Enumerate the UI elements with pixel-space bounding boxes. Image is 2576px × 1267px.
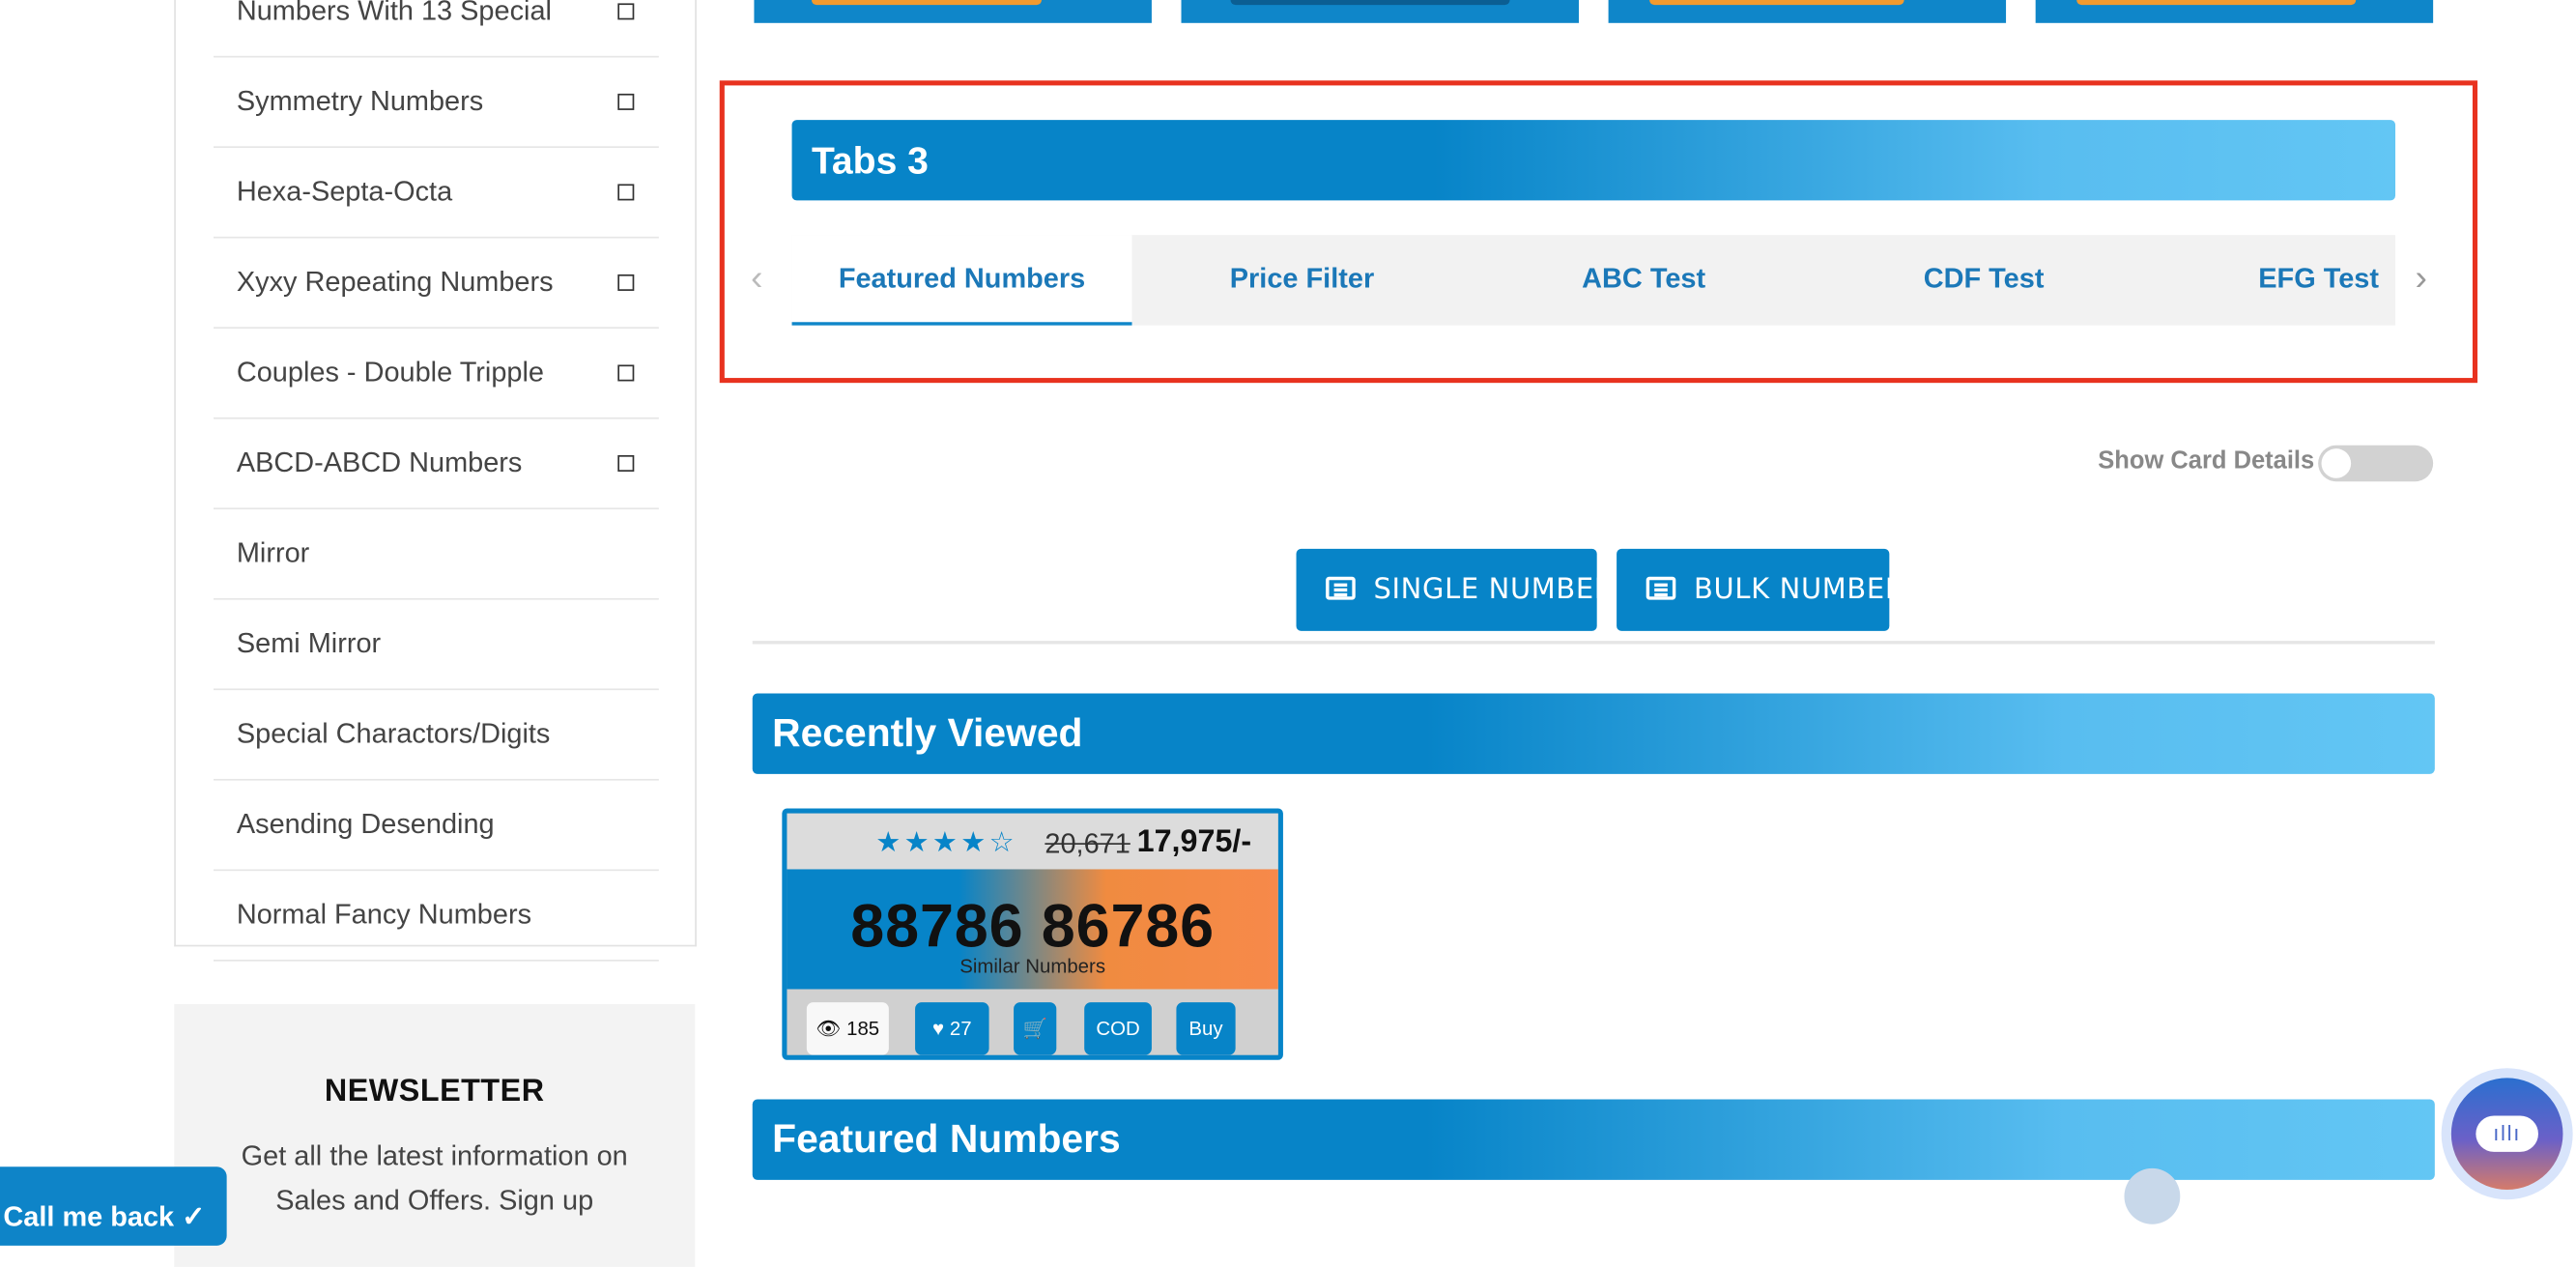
chevron-left-icon[interactable]: ‹ bbox=[751, 259, 762, 296]
show-card-details-toggle[interactable] bbox=[2318, 445, 2434, 482]
sidebar-item-label: Special Charactors/Digits bbox=[236, 718, 551, 750]
category-sidebar: Numbers With 13 Special Symmetry Numbers H… bbox=[174, 0, 697, 962]
promo-banner-2[interactable] bbox=[1181, 0, 1579, 23]
sidebar-item-label: Asending Desending bbox=[236, 808, 495, 840]
category-list: Numbers With 13 Special Symmetry Numbers H… bbox=[214, 0, 659, 962]
checkbox-icon[interactable] bbox=[617, 3, 635, 20]
show-card-details-label: Show Card Details bbox=[2098, 446, 2315, 475]
sidebar-item[interactable]: ABCD-ABCD Numbers bbox=[214, 419, 659, 510]
tab-featured-numbers[interactable]: Featured Numbers bbox=[791, 235, 1132, 326]
cart-icon: 🛒 bbox=[1022, 1017, 1047, 1041]
sidebar-item[interactable]: Symmetry Numbers bbox=[214, 58, 659, 149]
buy-button[interactable]: Buy bbox=[1176, 1002, 1236, 1055]
featured-numbers-title: Featured Numbers bbox=[772, 1116, 1121, 1162]
tab-efg-test[interactable]: EFG Test bbox=[2156, 235, 2395, 326]
number-card[interactable]: ★★★★☆ 20,671 17,975/- 88786 86786 Simila… bbox=[782, 808, 1283, 1060]
heart-icon: ♥ bbox=[932, 1017, 945, 1041]
sidebar-item[interactable]: Asending Desending bbox=[214, 781, 659, 872]
checkbox-icon[interactable] bbox=[617, 454, 635, 472]
checkbox-icon[interactable] bbox=[617, 93, 635, 110]
sidebar-item[interactable]: Xyxy Repeating Numbers bbox=[214, 239, 659, 330]
divider bbox=[752, 641, 2435, 645]
single-numbers-button[interactable]: SINGLE NUMBERS bbox=[1296, 548, 1632, 631]
promo-banner-1[interactable] bbox=[754, 0, 1152, 23]
sidebar-item[interactable]: Semi Mirror bbox=[214, 600, 659, 691]
bulk-numbers-label: BULK NUMBERS bbox=[1694, 573, 1924, 607]
sidebar-item-label: Xyxy Repeating Numbers bbox=[236, 266, 554, 298]
star-filled-icon: ★ bbox=[931, 826, 961, 858]
sidebar-item-label: Couples - Double Tripple bbox=[236, 356, 544, 389]
tabs-section-header: Tabs 3 bbox=[791, 120, 2396, 201]
tab-abc-test[interactable]: ABC Test bbox=[1474, 235, 1814, 326]
old-price: 20,671 bbox=[1045, 827, 1131, 860]
views-badge[interactable]: 👁 185 bbox=[806, 1002, 889, 1055]
newsletter-box: NEWSLETTER Get all the latest informatio… bbox=[174, 1003, 696, 1267]
like-button[interactable]: ♥ 27 bbox=[915, 1002, 989, 1055]
voice-chat-button[interactable]: ıllı bbox=[2441, 1068, 2573, 1200]
cod-button[interactable]: COD bbox=[1084, 1002, 1152, 1055]
similar-numbers-link[interactable]: Similar Numbers bbox=[787, 955, 1277, 978]
list-icon bbox=[1326, 576, 1356, 600]
sidebar-item[interactable]: Couples - Double Tripple bbox=[214, 329, 659, 419]
sidebar-item-label: Symmetry Numbers bbox=[236, 85, 484, 117]
views-count: 185 bbox=[846, 1017, 880, 1041]
sidebar-item-label: Semi Mirror bbox=[236, 627, 382, 659]
recently-viewed-title: Recently Viewed bbox=[772, 710, 1083, 756]
promo-banner-3[interactable] bbox=[1608, 0, 2007, 23]
star-filled-icon: ★ bbox=[903, 826, 932, 858]
promo-banner-4[interactable] bbox=[2035, 0, 2434, 23]
checkbox-icon[interactable] bbox=[617, 274, 635, 291]
star-empty-icon: ☆ bbox=[988, 826, 1017, 858]
assistant-bot-icon[interactable] bbox=[2124, 1167, 2181, 1224]
tab-cdf-test[interactable]: CDF Test bbox=[1814, 235, 2154, 326]
eye-icon: 👁 bbox=[816, 1017, 842, 1041]
rating-stars: ★★★★☆ bbox=[875, 826, 1017, 859]
new-price: 17,975/- bbox=[1136, 824, 1252, 860]
tab-price-filter[interactable]: Price Filter bbox=[1132, 235, 1473, 326]
sidebar-item-label: ABCD-ABCD Numbers bbox=[236, 446, 523, 478]
single-numbers-label: SINGLE NUMBERS bbox=[1373, 573, 1633, 607]
sidebar-item-label: Numbers With 13 Special bbox=[236, 0, 552, 27]
featured-numbers-header: Featured Numbers bbox=[752, 1099, 2435, 1180]
add-to-cart-button[interactable]: 🛒 bbox=[1014, 1002, 1057, 1055]
card-actions: 👁 185 ♥ 27 🛒 COD Buy bbox=[787, 989, 1278, 1055]
likes-count: 27 bbox=[949, 1017, 972, 1041]
card-number-panel: 88786 86786 Similar Numbers bbox=[787, 869, 1278, 990]
chevron-right-icon[interactable]: › bbox=[2415, 259, 2426, 296]
newsletter-title: NEWSLETTER bbox=[324, 1074, 545, 1109]
sidebar-item-label: Hexa-Septa-Octa bbox=[236, 175, 453, 208]
sidebar-item-label: Mirror bbox=[236, 536, 310, 569]
audio-wave-icon: ıllı bbox=[2476, 1115, 2538, 1152]
card-number: 88786 86786 bbox=[850, 892, 1215, 960]
sidebar-item[interactable]: Normal Fancy Numbers bbox=[214, 871, 659, 962]
bulk-numbers-button[interactable]: BULK NUMBERS bbox=[1617, 548, 1923, 631]
sidebar-item[interactable]: Hexa-Septa-Octa bbox=[214, 148, 659, 239]
tabs-section-title: Tabs 3 bbox=[811, 137, 929, 182]
recently-viewed-header: Recently Viewed bbox=[752, 693, 2435, 774]
sidebar-item-label: Normal Fancy Numbers bbox=[236, 899, 532, 931]
checkbox-icon[interactable] bbox=[617, 184, 635, 201]
toggle-knob bbox=[2321, 448, 2352, 478]
sidebar-item[interactable]: Numbers With 13 Special bbox=[214, 0, 659, 58]
sidebar-item[interactable]: Mirror bbox=[214, 509, 659, 600]
tab-bar: Featured Numbers Price Filter ABC Test C… bbox=[791, 235, 2396, 326]
call-me-back-button[interactable]: Call me back ✓ bbox=[0, 1166, 227, 1246]
list-icon bbox=[1646, 576, 1676, 600]
sidebar-item[interactable]: Special Charactors/Digits bbox=[214, 690, 659, 781]
newsletter-text: Get all the latest information on Sales … bbox=[241, 1140, 628, 1217]
star-filled-icon: ★ bbox=[875, 826, 904, 858]
card-price-row: ★★★★☆ 20,671 17,975/- bbox=[787, 813, 1278, 870]
checkbox-icon[interactable] bbox=[617, 364, 635, 382]
star-filled-icon: ★ bbox=[960, 826, 989, 858]
